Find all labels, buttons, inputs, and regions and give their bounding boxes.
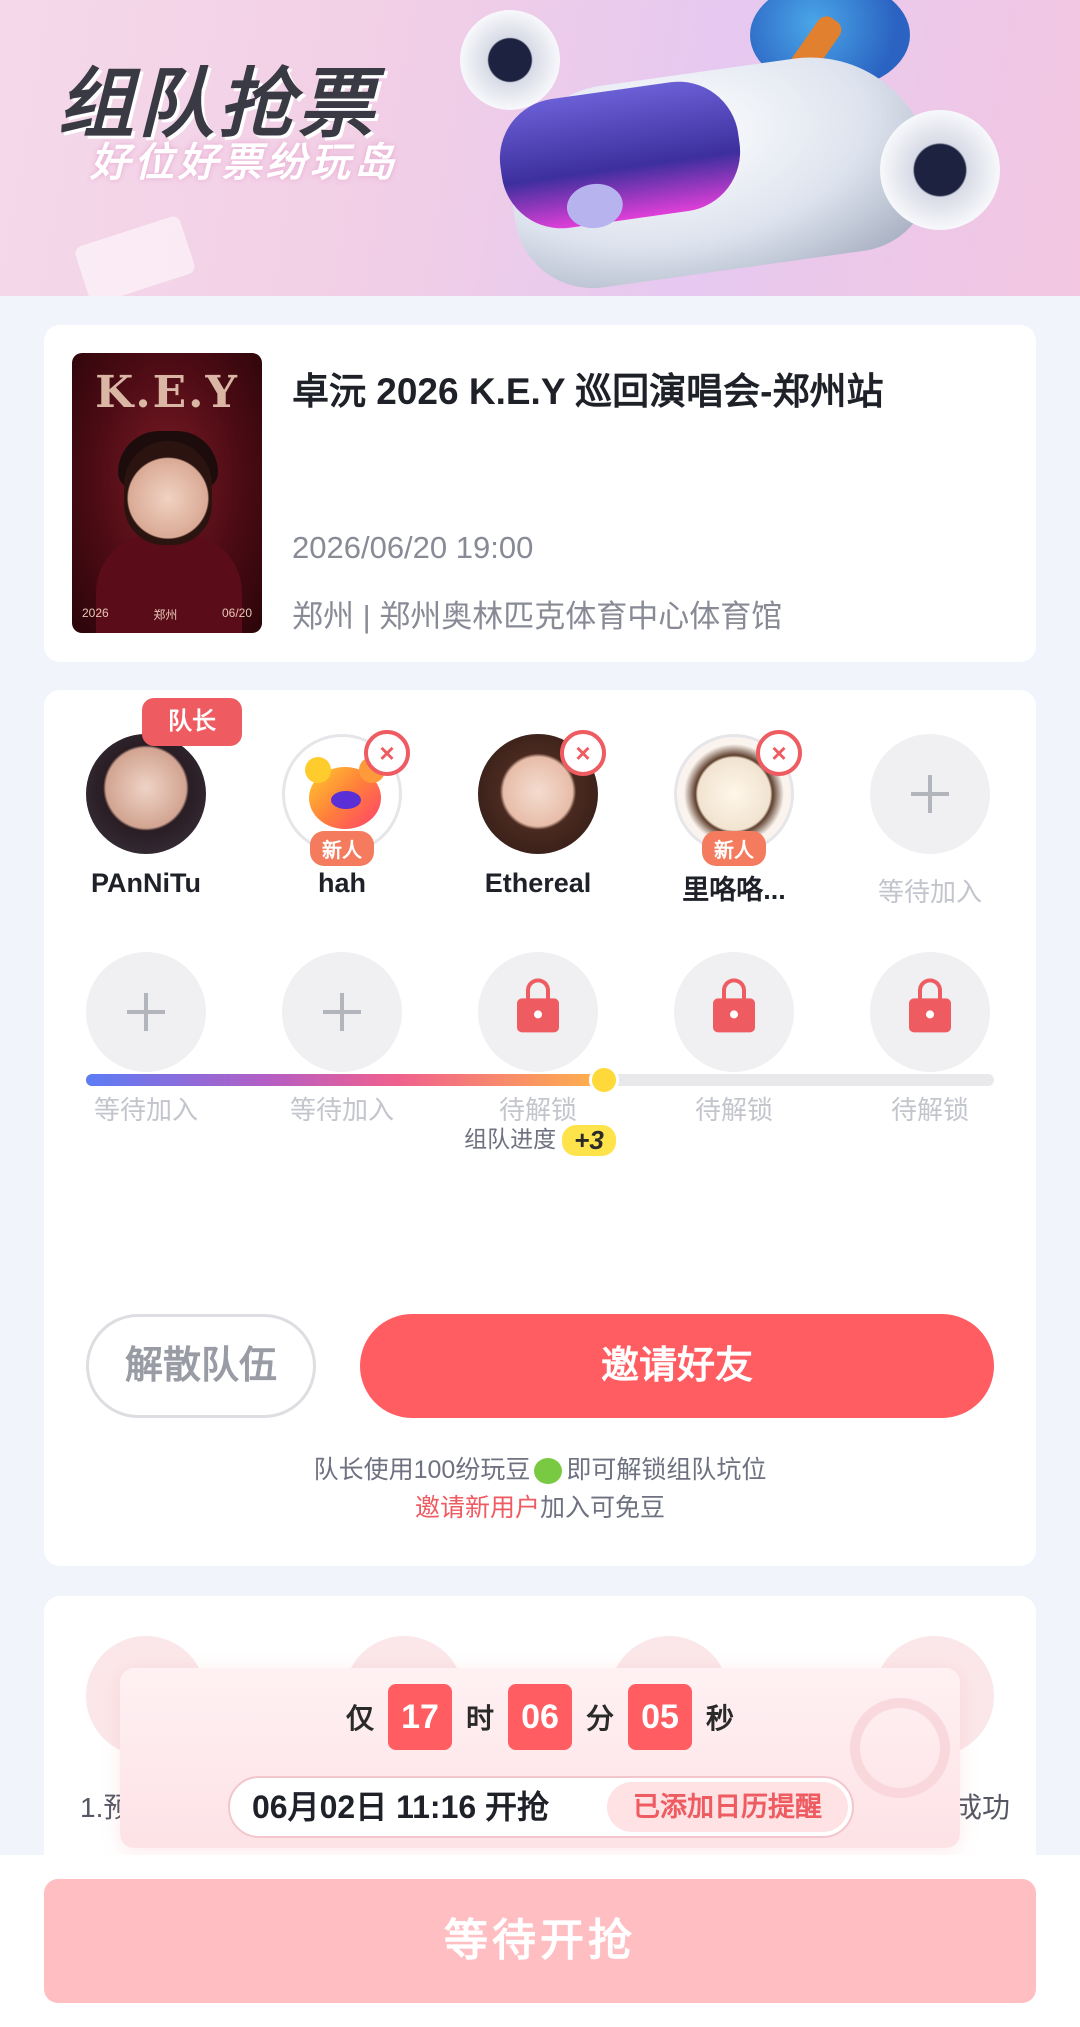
bear-eye <box>331 791 361 809</box>
remove-member-icon[interactable]: × <box>364 730 410 776</box>
countdown-hours: 17 <box>387 1684 452 1750</box>
captain-badge: 队长 <box>142 698 242 746</box>
member-name: 里咯咯... <box>682 875 786 905</box>
plus-icon <box>323 993 361 1031</box>
engine-right <box>880 110 1000 230</box>
new-user-badge: 新人 <box>310 831 374 866</box>
bean-icon <box>534 1458 563 1485</box>
lock-icon <box>713 978 755 1033</box>
empty-slot[interactable]: 等待加入 <box>282 952 402 1127</box>
seconds-unit: 秒 <box>706 1703 735 1734</box>
promo-banner: 组队抢票 好位好票纷玩岛 <box>0 0 1080 296</box>
lock-icon <box>517 978 559 1033</box>
team-progress-bar <box>86 1065 994 1095</box>
empty-slot[interactable]: 等待加入 <box>870 734 990 909</box>
remove-member-icon[interactable]: × <box>756 730 802 776</box>
invite-new-user-link[interactable]: 邀请新用户 <box>415 1494 540 1522</box>
member-name: PAnNiTu <box>91 868 201 898</box>
poster-city: 郑州 <box>153 608 178 622</box>
hint-rest: 加入可免豆 <box>540 1494 666 1522</box>
progress-caption: 组队进度 +3 <box>44 1120 1036 1157</box>
hours-unit: 时 <box>465 1703 494 1734</box>
bottom-bar: 等待开抢 <box>0 1855 1080 2027</box>
hint-part1: 队长使用100纷玩豆 <box>313 1456 531 1484</box>
poster-footer: 2026 郑州 06/20 <box>82 606 252 623</box>
add-member-button[interactable] <box>86 952 206 1072</box>
empty-slot[interactable]: 等待加入 <box>86 952 206 1127</box>
event-venue: 郑州 | 郑州奥林匹克体育中心体育馆 <box>292 599 783 634</box>
unlock-slot-button[interactable] <box>674 952 794 1072</box>
progress-label: 组队进度 <box>464 1126 557 1152</box>
progress-bonus-badge: +3 <box>562 1125 616 1157</box>
member-name: Ethereal <box>484 868 592 898</box>
avatar[interactable] <box>86 734 206 854</box>
step-4-label: 成功 <box>954 1792 1011 1823</box>
add-member-button[interactable] <box>870 734 990 854</box>
lock-icon <box>909 978 951 1033</box>
unlock-slot-button[interactable] <box>870 952 990 1072</box>
plus-icon <box>911 775 949 813</box>
waiting-label: 等待加入 <box>877 877 982 907</box>
hint-part2: 即可解锁组队坑位 <box>566 1456 767 1484</box>
avatar[interactable]: × <box>478 730 606 854</box>
poster-logo: K.E.Y <box>95 367 239 418</box>
spaceship-illustration <box>460 0 1050 296</box>
poster-face <box>124 441 212 545</box>
poster-year: 2026 <box>82 606 109 620</box>
avatar[interactable]: × 新人 <box>674 730 802 866</box>
sale-start-pill: 06月02日 11:16 开抢 已添加日历提醒 <box>228 1776 854 1838</box>
minutes-unit: 分 <box>586 1703 615 1734</box>
bear-avatar-icon <box>305 757 385 829</box>
progress-fill <box>86 1074 604 1086</box>
member-slot-3[interactable]: × Ethereal <box>478 730 606 899</box>
progress-knob-icon <box>588 1065 619 1095</box>
calendar-reminder-button[interactable]: 已添加日历提醒 <box>607 1782 848 1832</box>
event-poster: K.E.Y 2026 郑州 06/20 <box>72 353 262 633</box>
invite-hint: 邀请新用户加入可免豆 <box>44 1488 1036 1524</box>
ticket-illustration <box>73 214 197 296</box>
avatar[interactable]: × 新人 <box>282 730 410 866</box>
locked-slot[interactable]: 待解锁 <box>870 952 990 1127</box>
sale-start-time: 06月02日 11:16 开抢 <box>252 1789 550 1825</box>
event-datetime: 2026/06/20 19:00 <box>292 530 534 565</box>
unlock-hint: 队长使用100纷玩豆 即可解锁组队坑位 <box>44 1450 1036 1486</box>
event-card[interactable]: K.E.Y 2026 郑州 06/20 卓沅 2026 K.E.Y 巡回演唱会-… <box>44 325 1036 662</box>
member-slot-1[interactable]: PAnNiTu <box>86 734 206 899</box>
plus-icon <box>127 993 165 1031</box>
member-name: hah <box>317 868 366 898</box>
poster-date: 06/20 <box>221 606 252 620</box>
countdown-seconds: 05 <box>628 1684 693 1750</box>
event-title: 卓沅 2026 K.E.Y 巡回演唱会-郑州站 <box>292 371 884 412</box>
new-user-badge: 新人 <box>702 831 766 866</box>
dissolve-team-button[interactable]: 解散队伍 <box>86 1314 316 1418</box>
countdown-prefix: 仅 <box>345 1703 374 1734</box>
locked-slot[interactable]: 待解锁 <box>478 952 598 1127</box>
unlock-slot-button[interactable] <box>478 952 598 1072</box>
engine-left <box>460 10 560 110</box>
countdown-panel: 仅 17 时 06 分 05 秒 06月02日 11:16 开抢 已添加日历提醒 <box>120 1668 960 1848</box>
member-slot-4[interactable]: × 新人 里咯咯... <box>674 730 802 907</box>
team-card: 队长 PAnNiTu × 新人 hah × Ethereal × 新人 里咯咯.… <box>44 690 1036 1566</box>
banner-subtitle: 好位好票纷玩岛 <box>90 140 398 186</box>
countdown-row: 仅 17 时 06 分 05 秒 <box>120 1684 960 1750</box>
add-member-button[interactable] <box>282 952 402 1072</box>
countdown-minutes: 06 <box>508 1684 572 1750</box>
member-slot-2[interactable]: × 新人 hah <box>282 730 410 899</box>
invite-friends-button[interactable]: 邀请好友 <box>360 1314 994 1418</box>
locked-slot[interactable]: 待解锁 <box>674 952 794 1127</box>
wait-for-sale-button[interactable]: 等待开抢 <box>44 1879 1036 2003</box>
avatar-image <box>86 734 206 854</box>
remove-member-icon[interactable]: × <box>560 730 606 776</box>
